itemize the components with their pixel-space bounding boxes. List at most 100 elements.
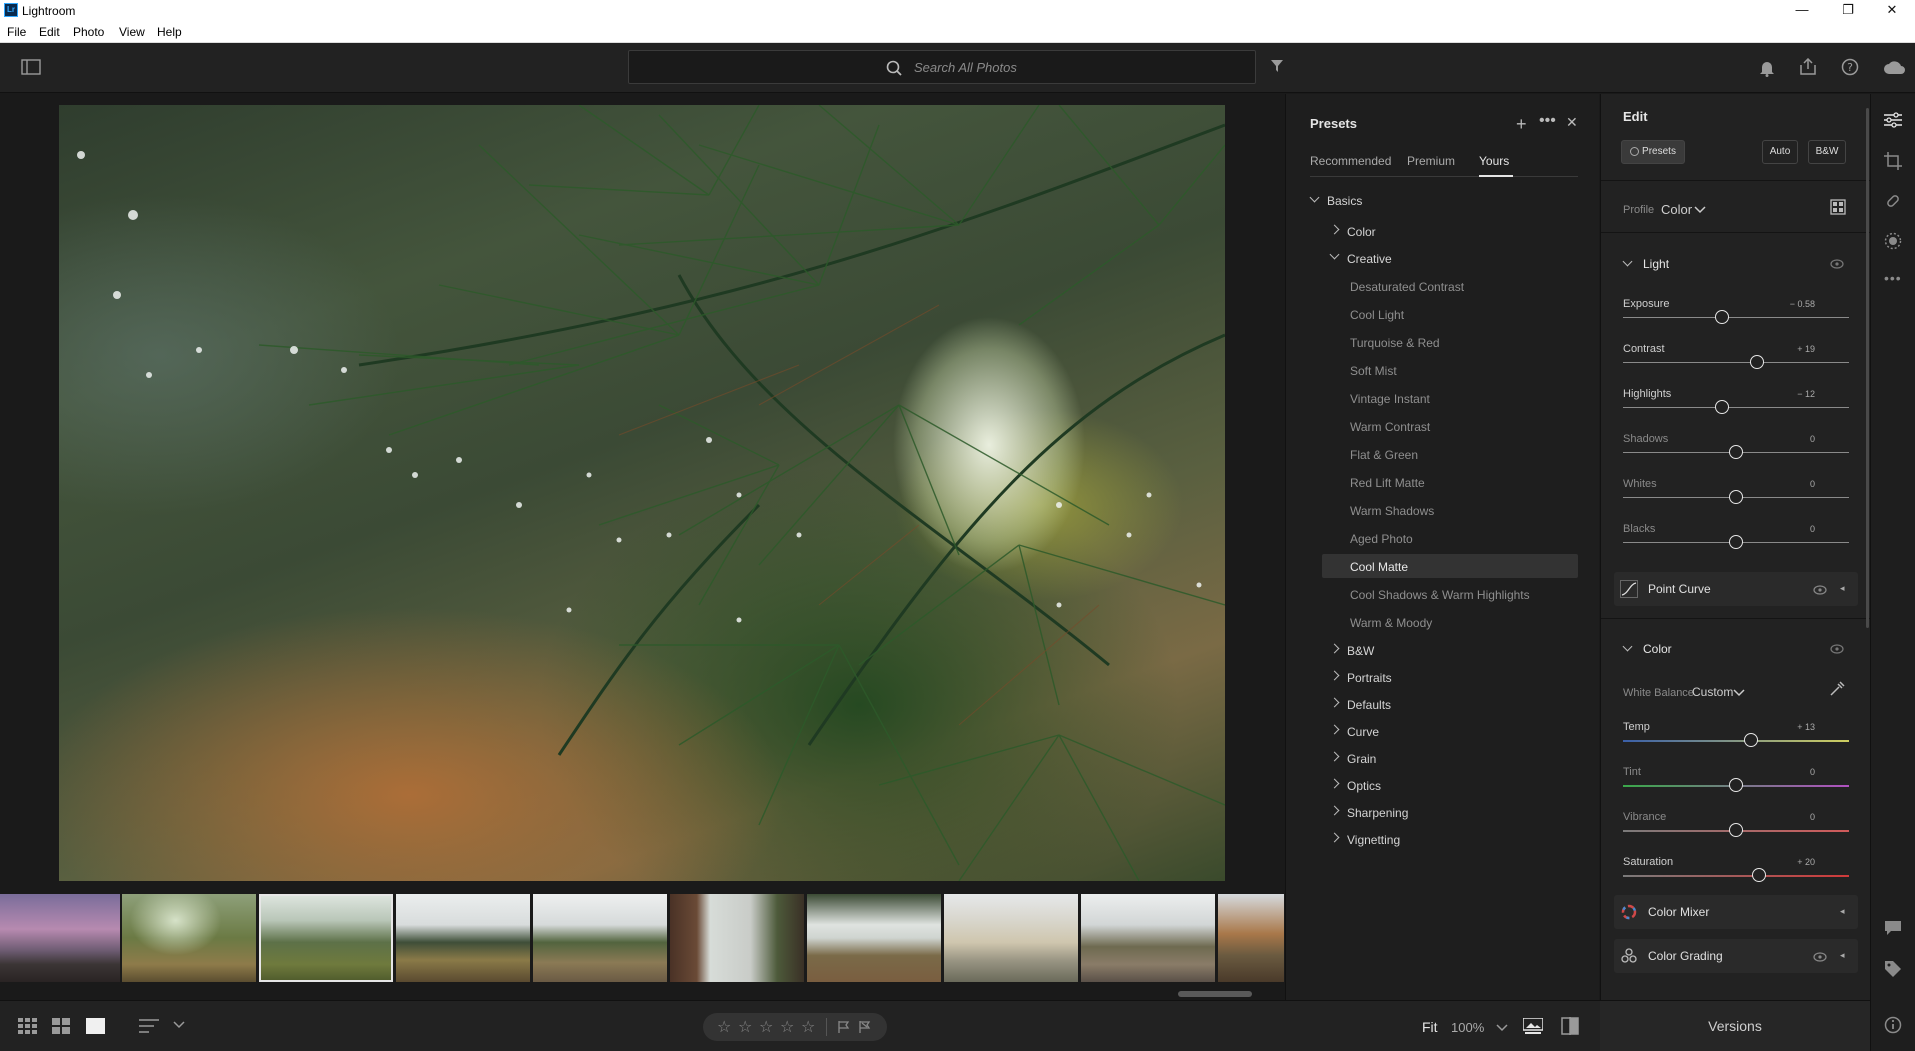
preset-item[interactable]: Desaturated Contrast	[1350, 280, 1464, 294]
preset-item[interactable]: Cool Shadows & Warm Highlights	[1350, 588, 1530, 602]
versions-button[interactable]: Versions	[1600, 1018, 1870, 1034]
chevron-right-icon[interactable]	[1329, 832, 1340, 843]
slider-value[interactable]: 0	[1775, 812, 1815, 822]
zoom-level[interactable]: 100%	[1451, 1020, 1484, 1035]
auto-button[interactable]: Auto	[1762, 140, 1798, 164]
chevron-right-icon[interactable]	[1329, 670, 1340, 681]
share-icon[interactable]	[1799, 57, 1817, 79]
profile-dropdown[interactable]: Color	[1661, 202, 1692, 217]
tab-yours[interactable]: Yours	[1479, 154, 1509, 168]
slider-handle[interactable]	[1750, 355, 1765, 369]
zoom-chevron-down-icon[interactable]	[1496, 1022, 1508, 1036]
flag-pick-icon[interactable]	[837, 1020, 851, 1037]
slider-value[interactable]: 0	[1775, 479, 1815, 489]
menu-help[interactable]: Help	[157, 25, 182, 39]
slider-track[interactable]	[1623, 317, 1849, 318]
slider-handle[interactable]	[1729, 535, 1743, 549]
slider-track[interactable]	[1623, 740, 1849, 742]
point-curve-panel[interactable]: Point Curve ◂	[1614, 572, 1858, 606]
slider-handle[interactable]	[1729, 490, 1743, 504]
preset-item-selected[interactable]: Cool Matte	[1350, 560, 1408, 574]
preset-item[interactable]: Aged Photo	[1350, 532, 1413, 546]
visibility-eye-icon[interactable]	[1830, 258, 1844, 272]
star-icon[interactable]: ☆	[801, 1017, 815, 1037]
star-icon[interactable]: ☆	[717, 1017, 731, 1037]
slider-value[interactable]: 0	[1775, 434, 1815, 444]
search-input[interactable]: Search All Photos	[914, 60, 1017, 75]
preset-item[interactable]: Turquoise & Red	[1350, 336, 1440, 350]
chevron-right-icon[interactable]	[1329, 643, 1340, 654]
close-window-button[interactable]: ✕	[1869, 0, 1915, 22]
preset-item[interactable]: Cool Light	[1350, 308, 1404, 322]
slider-value[interactable]: 0	[1775, 524, 1815, 534]
masking-icon[interactable]	[1884, 232, 1902, 253]
color-mixer-panel[interactable]: Color Mixer ◂	[1614, 895, 1858, 929]
group-grain[interactable]: Grain	[1347, 752, 1376, 766]
preset-item[interactable]: Warm & Moody	[1350, 616, 1432, 630]
preset-item[interactable]: Soft Mist	[1350, 364, 1397, 378]
slider-value[interactable]: + 20	[1775, 857, 1815, 867]
group-defaults[interactable]: Defaults	[1347, 698, 1391, 712]
menu-photo[interactable]: Photo	[73, 25, 104, 39]
tab-premium[interactable]: Premium	[1407, 154, 1455, 168]
slider-handle[interactable]	[1743, 733, 1758, 747]
crop-icon[interactable]	[1884, 152, 1902, 173]
color-collapse-chevron-icon[interactable]	[1622, 641, 1633, 652]
chevron-down-icon[interactable]	[173, 1019, 185, 1033]
bw-button[interactable]: B&W	[1808, 140, 1846, 164]
chevron-right-icon[interactable]	[1329, 751, 1340, 762]
fit-button[interactable]: Fit	[1422, 1019, 1438, 1035]
slider-value[interactable]: 0	[1775, 767, 1815, 777]
slider-value[interactable]: + 19	[1775, 344, 1815, 354]
slider-value[interactable]: − 12	[1775, 389, 1815, 399]
group-creative[interactable]: Creative	[1347, 252, 1392, 266]
slider-value[interactable]: + 13	[1775, 722, 1815, 732]
filmstrip-scrollbar[interactable]	[0, 990, 1284, 998]
group-bw[interactable]: B&W	[1347, 644, 1374, 658]
chevron-down-icon[interactable]	[1309, 192, 1320, 203]
visibility-eye-icon[interactable]	[1813, 951, 1827, 965]
visibility-eye-icon[interactable]	[1813, 584, 1827, 598]
preset-item[interactable]: Flat & Green	[1350, 448, 1418, 462]
chevron-right-icon[interactable]	[1329, 778, 1340, 789]
cloud-icon[interactable]	[1883, 59, 1907, 78]
bell-icon[interactable]	[1759, 59, 1775, 80]
healing-brush-icon[interactable]	[1884, 192, 1902, 213]
thumbnail[interactable]	[1218, 894, 1284, 982]
slider-handle[interactable]	[1715, 400, 1730, 414]
eyedropper-icon[interactable]	[1829, 681, 1845, 700]
panel-toggle-icon[interactable]	[21, 58, 41, 79]
group-portraits[interactable]: Portraits	[1347, 671, 1392, 685]
star-icon[interactable]: ☆	[759, 1017, 773, 1037]
thumbnail[interactable]	[944, 894, 1078, 982]
single-view-icon[interactable]	[86, 1018, 105, 1037]
white-balance-dropdown[interactable]: Custom	[1692, 685, 1733, 699]
group-vignetting[interactable]: Vignetting	[1347, 833, 1400, 847]
slider-handle[interactable]	[1729, 778, 1743, 792]
more-options-icon[interactable]: •••	[1539, 112, 1556, 130]
scrollbar-thumb[interactable]	[1178, 991, 1252, 997]
chevron-right-icon[interactable]	[1329, 724, 1340, 735]
comment-icon[interactable]	[1884, 920, 1902, 939]
thumbnail[interactable]	[533, 894, 667, 982]
color-section-title[interactable]: Color	[1643, 642, 1672, 656]
light-collapse-chevron-icon[interactable]	[1622, 256, 1633, 267]
light-section-title[interactable]: Light	[1643, 257, 1669, 271]
thumbnail[interactable]	[396, 894, 530, 982]
chevron-right-icon[interactable]	[1329, 224, 1340, 235]
slider-track[interactable]	[1623, 407, 1849, 408]
thumbnail[interactable]	[0, 894, 120, 982]
menu-edit[interactable]: Edit	[39, 25, 60, 39]
thumbnail[interactable]	[122, 894, 256, 982]
group-sharpening[interactable]: Sharpening	[1347, 806, 1408, 820]
chevron-right-icon[interactable]	[1329, 697, 1340, 708]
compare-icon[interactable]	[1561, 1017, 1579, 1038]
restore-button[interactable]: ❐	[1825, 0, 1871, 22]
expand-caret-icon[interactable]: ◂	[1840, 906, 1845, 917]
photo-viewer[interactable]	[0, 94, 1284, 894]
square-grid-icon[interactable]	[52, 1018, 70, 1037]
preset-item[interactable]: Vintage Instant	[1350, 392, 1430, 406]
color-grading-panel[interactable]: Color Grading ◂	[1614, 939, 1858, 973]
more-tools-icon[interactable]: •••	[1884, 270, 1902, 286]
chevron-down-icon[interactable]	[1329, 249, 1340, 260]
